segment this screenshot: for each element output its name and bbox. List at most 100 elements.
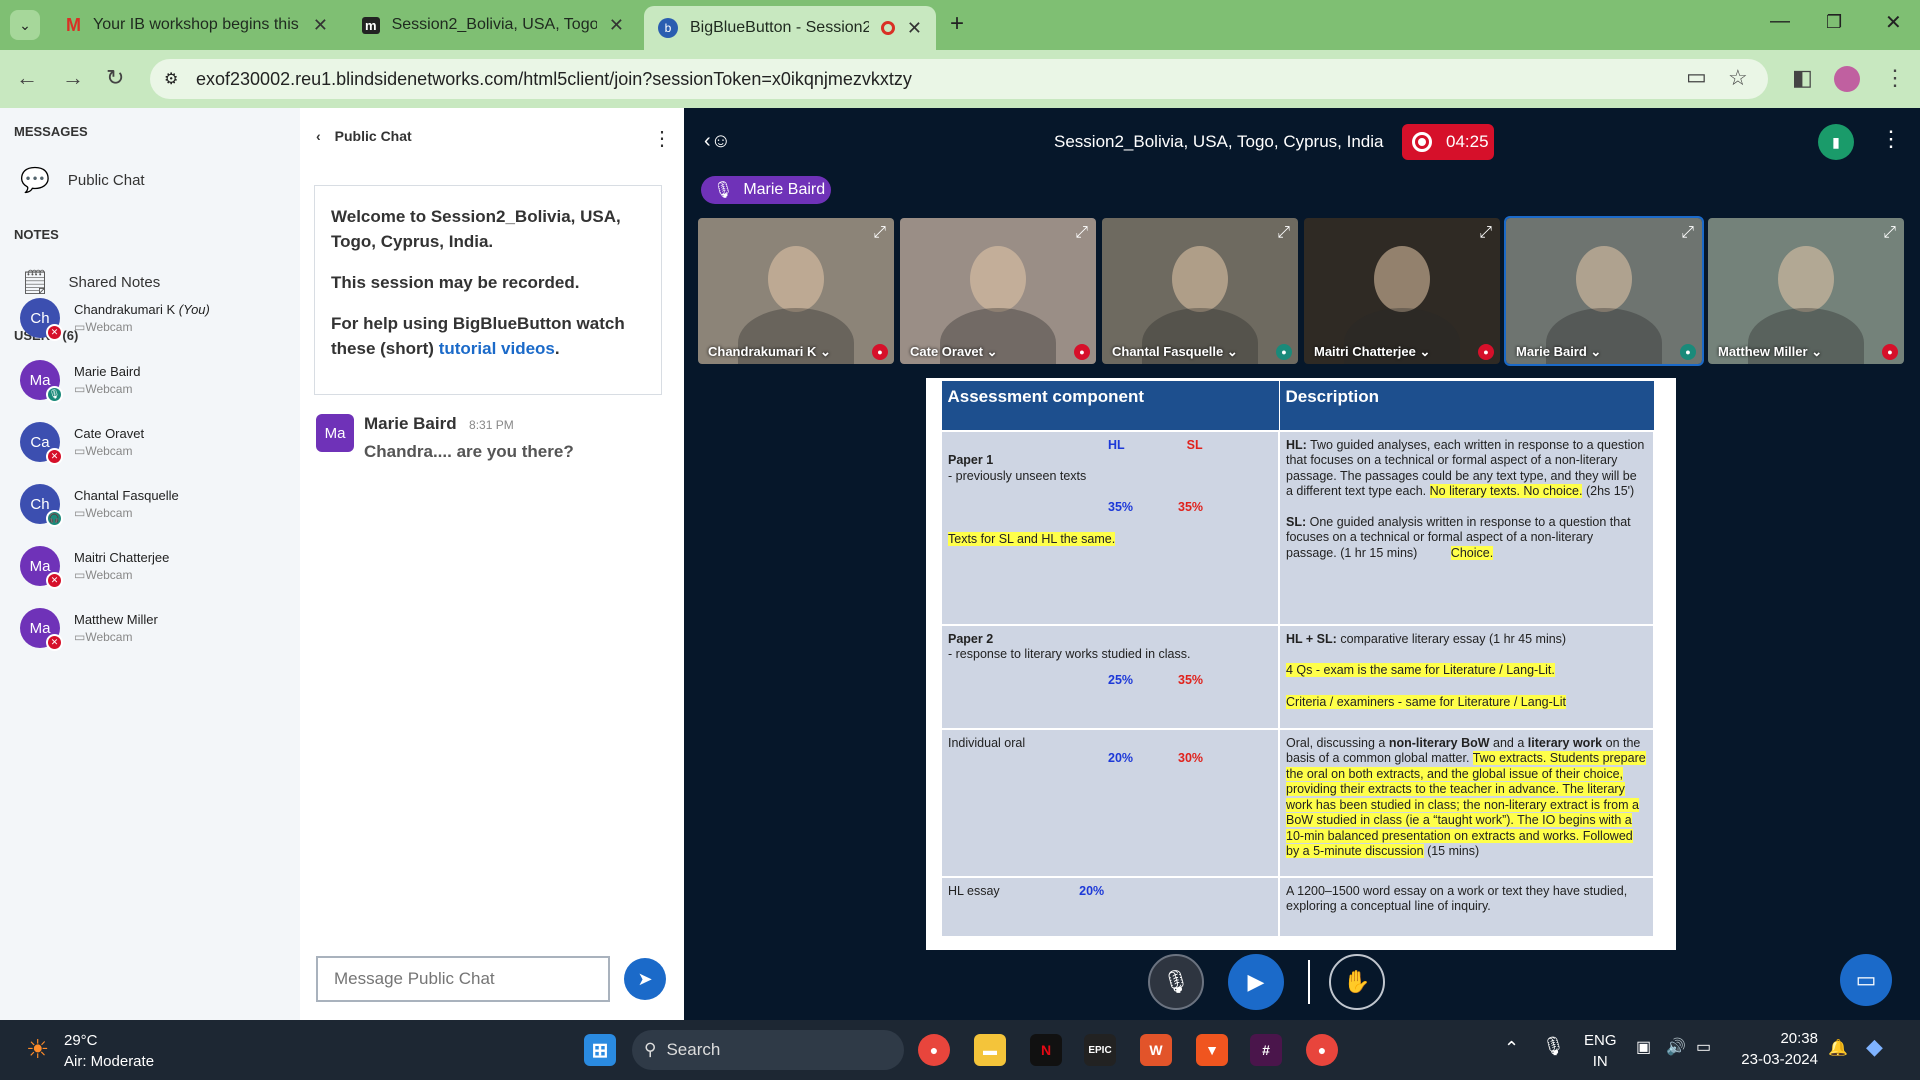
table-row: HL SL Paper 1 - previously unseen texts 3… [940, 429, 1655, 626]
reload-icon[interactable]: ↻ [106, 65, 124, 91]
notification-bell-icon[interactable]: 🔔 [1828, 1038, 1848, 1058]
user-list-toggle-icon[interactable]: ‹☺ [704, 130, 731, 153]
video-tile[interactable]: ⤢ Marie Baird ⌄ ● [1504, 216, 1704, 366]
fullscreen-icon[interactable]: ⤢ [1277, 224, 1290, 242]
chat-bubble-icon: ▭ [1855, 967, 1877, 992]
close-icon[interactable]: ✕ [609, 15, 624, 36]
tab-session[interactable]: m Session2_Bolivia, USA, Togo, Cy ✕ [348, 6, 638, 44]
notes-header: NOTES [14, 227, 59, 242]
menu-icon[interactable]: ⋮ [1884, 65, 1906, 91]
user-item[interactable]: Ma 🎙 Marie Baird ▭Webcam [20, 360, 140, 403]
chrome-icon[interactable]: ● [918, 1034, 950, 1066]
fullscreen-icon[interactable]: ⤢ [1479, 224, 1492, 242]
muted-mic-icon: ✕ [46, 324, 63, 341]
video-tile[interactable]: ⤢ Chandrakumari K ⌄ ● [698, 218, 894, 364]
battery-icon[interactable]: ▭ [1696, 1037, 1711, 1057]
windows-start-icon[interactable]: ⊞ [584, 1034, 616, 1066]
language-indicator[interactable]: ENG IN [1584, 1032, 1617, 1070]
file-explorer-icon[interactable]: ▬ [974, 1034, 1006, 1066]
volume-icon[interactable]: 🔊 [1666, 1037, 1686, 1057]
public-chat-item[interactable]: 💬 Public Chat [20, 166, 145, 195]
shared-notes-item[interactable]: 🗒 Shared Notes [20, 268, 160, 297]
weather-widget[interactable]: 29°C Air: Moderate [64, 1032, 154, 1070]
m-icon: m [362, 16, 380, 34]
avatar: Ch 🎧 [20, 484, 63, 527]
minimize-icon[interactable]: — [1770, 10, 1790, 33]
site-info-icon[interactable]: ⚙ [164, 69, 178, 89]
mic-icon: ● [1478, 344, 1494, 360]
webcam-icon: ▭ [74, 568, 86, 582]
clock[interactable]: 20:38 23-03-2024 [1736, 1030, 1818, 1068]
netflix-icon[interactable]: N [1030, 1034, 1062, 1066]
raise-hand-button[interactable]: ✋ [1329, 954, 1385, 1010]
new-tab-icon[interactable]: + [950, 10, 964, 38]
avatar: Ch ✕ [20, 298, 63, 341]
restore-icon[interactable]: ❐ [1826, 12, 1842, 33]
chrome-active-icon[interactable]: ● [1306, 1034, 1338, 1066]
sidepanel-icon[interactable]: ◧ [1792, 65, 1813, 91]
webcam-icon: ▭ [74, 382, 86, 396]
microphone-tray-icon[interactable]: 🎙 [1542, 1036, 1565, 1057]
chat-input[interactable] [316, 956, 610, 1002]
mute-button[interactable]: 🎙 [1148, 954, 1204, 1010]
webcam-button[interactable]: ▶ [1228, 954, 1284, 1010]
connection-status-icon[interactable]: ▮ [1818, 124, 1854, 160]
close-window-icon[interactable]: ✕ [1885, 10, 1902, 35]
video-tile[interactable]: ⤢ Matthew Miller ⌄ ● [1708, 218, 1904, 364]
close-icon[interactable]: ✕ [907, 18, 922, 39]
fullscreen-icon[interactable]: ⤢ [1883, 224, 1896, 242]
presentation-slide: Assessment component Description HL SL Pa… [926, 378, 1676, 950]
user-item[interactable]: Ma ✕ Matthew Miller ▭Webcam [20, 608, 158, 651]
webcam-icon: ▭ [74, 630, 86, 644]
camera-icon[interactable]: ▭ [1686, 64, 1707, 90]
chat-options-icon[interactable]: ⋮ [652, 126, 672, 151]
user-item[interactable]: Ch ✕ Chandrakumari K (You) ▭Webcam [20, 298, 210, 341]
profile-avatar[interactable] [1834, 66, 1860, 92]
back-icon[interactable]: ← [16, 65, 38, 91]
video-icon: ▶ [1247, 969, 1265, 994]
chevron-up-icon[interactable]: ⌃ [1504, 1038, 1519, 1059]
epic-games-icon[interactable]: EPIC [1084, 1034, 1116, 1066]
send-button[interactable]: ➤ [624, 958, 666, 1000]
fullscreen-icon[interactable]: ⤢ [1681, 224, 1694, 242]
fullscreen-icon[interactable]: ⤢ [1075, 224, 1088, 242]
recording-indicator[interactable]: 04:25 [1402, 124, 1494, 160]
mic-off-icon: 🎙 [1162, 969, 1190, 994]
browser-tab-bar: ⌄ M Your IB workshop begins this W ✕ m S… [0, 0, 1920, 50]
network-icon[interactable]: ▣ [1636, 1037, 1651, 1057]
chat-header[interactable]: ‹ Public Chat [316, 128, 412, 144]
star-icon[interactable]: ☆ [1728, 65, 1748, 91]
url-field[interactable]: ⚙ exof230002.reu1.blindsidenetworks.com/… [150, 59, 1768, 99]
person-silhouette [1778, 246, 1834, 312]
user-item[interactable]: Ch 🎧 Chantal Fasquelle ▭Webcam [20, 484, 179, 527]
slack-icon[interactable]: # [1250, 1034, 1282, 1066]
chat-toggle-button[interactable]: ▭ [1840, 954, 1892, 1006]
options-icon[interactable]: ⋮ [1880, 126, 1902, 152]
copilot-icon[interactable]: ◆ [1866, 1034, 1883, 1060]
fullscreen-icon[interactable]: ⤢ [873, 224, 886, 242]
video-tile[interactable]: ⤢ Maitri Chatterjee ⌄ ● [1304, 218, 1500, 364]
tab-gmail[interactable]: M Your IB workshop begins this W ✕ [52, 6, 342, 44]
mic-icon: ● [1074, 344, 1090, 360]
chevron-left-icon[interactable]: ‹ [316, 128, 321, 144]
video-tile[interactable]: ⤢ Chantal Fasquelle ⌄ ● [1102, 218, 1298, 364]
search-icon: ⚲ [644, 1040, 657, 1059]
video-tile[interactable]: ⤢ Cate Oravet ⌄ ● [900, 218, 1096, 364]
bbb-icon: b [658, 18, 678, 38]
assessment-table: Assessment component Description HL SL Pa… [940, 380, 1655, 938]
user-list-panel: MESSAGES 💬 Public Chat NOTES 🗒 Shared No… [0, 108, 300, 1020]
brave-icon[interactable]: ▼ [1196, 1034, 1228, 1066]
forward-icon[interactable]: → [62, 65, 84, 91]
webcam-icon: ▭ [74, 320, 86, 334]
tab-list-icon[interactable]: ⌄ [10, 10, 40, 40]
user-item[interactable]: Ca ✕ Cate Oravet ▭Webcam [20, 422, 144, 465]
tab-bbb[interactable]: b BigBlueButton - Session2_B ✕ [644, 6, 936, 50]
office-icon[interactable]: W [1140, 1034, 1172, 1066]
session-title: Session2_Bolivia, USA, Togo, Cyprus, Ind… [1054, 132, 1384, 151]
tutorial-link[interactable]: tutorial videos [439, 339, 555, 358]
muted-mic-icon: ✕ [46, 448, 63, 465]
table-row: Individual oral 20% 30% Oral, discussing … [940, 727, 1655, 878]
close-icon[interactable]: ✕ [313, 15, 328, 36]
user-item[interactable]: Ma ✕ Maitri Chatterjee ▭Webcam [20, 546, 169, 589]
search-box[interactable]: ⚲ Search [632, 1030, 904, 1070]
